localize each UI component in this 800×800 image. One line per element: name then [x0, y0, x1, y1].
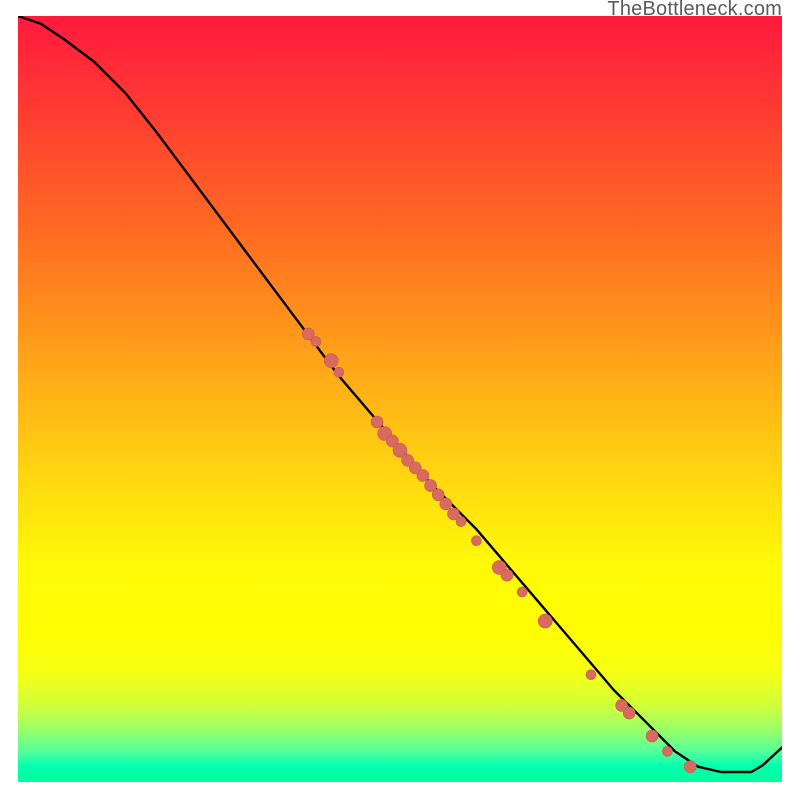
- chart-stage: TheBottleneck.com: [0, 0, 800, 800]
- data-point: [311, 337, 321, 347]
- data-point: [517, 587, 527, 597]
- bottleneck-curve: [18, 16, 782, 772]
- data-point: [334, 367, 344, 377]
- data-point: [586, 670, 596, 680]
- data-point: [417, 470, 429, 482]
- data-point: [501, 569, 513, 581]
- data-point: [440, 498, 452, 510]
- data-point: [684, 761, 696, 773]
- data-point: [623, 707, 635, 719]
- data-point: [538, 614, 552, 628]
- scatter-points: [302, 328, 696, 773]
- data-point: [471, 536, 481, 546]
- data-point: [456, 517, 466, 527]
- data-point: [371, 416, 383, 428]
- plot-svg: [18, 16, 782, 782]
- data-point: [646, 730, 658, 742]
- data-point: [662, 746, 672, 756]
- data-point: [324, 354, 338, 368]
